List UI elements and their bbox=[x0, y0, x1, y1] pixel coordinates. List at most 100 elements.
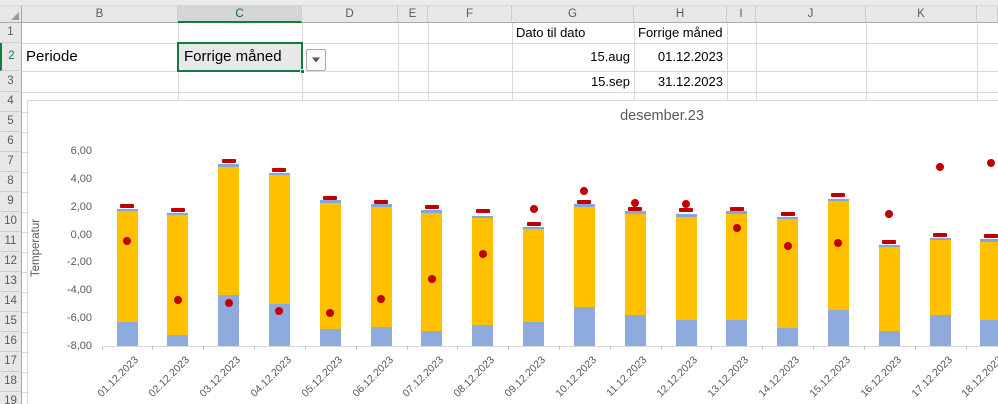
red-dot-marker-02.12.2023[interactable] bbox=[174, 296, 182, 304]
row-header-19[interactable]: 19 bbox=[0, 392, 22, 404]
fill-handle[interactable] bbox=[300, 69, 305, 74]
row-header-10[interactable]: 10 bbox=[0, 212, 22, 232]
red-dot-marker-17.12.2023[interactable] bbox=[936, 163, 944, 171]
row-header-13[interactable]: 13 bbox=[0, 272, 22, 292]
selected-cell-C2[interactable]: Forrige måned bbox=[177, 42, 303, 72]
bar-blue-segment-01.12.2023[interactable] bbox=[117, 322, 138, 346]
row-header-2[interactable]: 2 bbox=[0, 43, 22, 71]
bar-blue-segment-16.12.2023[interactable] bbox=[879, 331, 900, 346]
row-header-9[interactable]: 9 bbox=[0, 192, 22, 212]
bar-orange-segment-14.12.2023[interactable] bbox=[777, 219, 798, 328]
cell-G3[interactable]: 15.sep bbox=[516, 71, 630, 92]
bar-blue-segment-08.12.2023[interactable] bbox=[472, 325, 493, 346]
row-header-7[interactable]: 7 bbox=[0, 152, 22, 172]
bar-blue-cap-01.12.2023[interactable] bbox=[117, 209, 138, 212]
bar-orange-segment-18.12.2023[interactable] bbox=[980, 242, 998, 320]
row-header-12[interactable]: 12 bbox=[0, 252, 22, 272]
bar-blue-segment-07.12.2023[interactable] bbox=[421, 331, 442, 346]
bar-orange-segment-10.12.2023[interactable] bbox=[574, 207, 595, 307]
red-dash-marker-02.12.2023[interactable] bbox=[171, 208, 185, 212]
bar-blue-cap-02.12.2023[interactable] bbox=[167, 213, 188, 216]
cell-H1[interactable]: Forrige måned bbox=[638, 23, 723, 43]
bar-blue-segment-11.12.2023[interactable] bbox=[625, 315, 646, 346]
red-dash-marker-10.12.2023[interactable] bbox=[577, 200, 591, 204]
cell-G2[interactable]: 15.aug bbox=[516, 43, 630, 71]
bar-blue-cap-18.12.2023[interactable] bbox=[980, 239, 998, 242]
dropdown-button[interactable] bbox=[306, 49, 326, 71]
bar-orange-segment-15.12.2023[interactable] bbox=[828, 201, 849, 310]
row-header-18[interactable]: 18 bbox=[0, 372, 22, 392]
bar-blue-segment-17.12.2023[interactable] bbox=[930, 315, 951, 346]
red-dash-marker-08.12.2023[interactable] bbox=[476, 209, 490, 213]
red-dot-marker-14.12.2023[interactable] bbox=[784, 242, 792, 250]
bar-blue-segment-12.12.2023[interactable] bbox=[676, 320, 697, 346]
red-dot-marker-10.12.2023[interactable] bbox=[580, 187, 588, 195]
column-header-F[interactable]: F bbox=[428, 6, 512, 23]
bar-orange-segment-06.12.2023[interactable] bbox=[371, 207, 392, 327]
bar-blue-segment-02.12.2023[interactable] bbox=[167, 335, 188, 346]
red-dot-marker-13.12.2023[interactable] bbox=[733, 224, 741, 232]
temperature-chart[interactable]: desember.23 Temperatur 6,004,002,000,00-… bbox=[27, 100, 998, 404]
red-dot-marker-11.12.2023[interactable] bbox=[631, 199, 639, 207]
column-header-G[interactable]: G bbox=[512, 6, 634, 23]
bar-blue-cap-15.12.2023[interactable] bbox=[828, 199, 849, 202]
red-dash-marker-07.12.2023[interactable] bbox=[425, 205, 439, 209]
red-dash-marker-18.12.2023[interactable] bbox=[984, 234, 998, 238]
red-dash-marker-04.12.2023[interactable] bbox=[272, 168, 286, 172]
red-dash-marker-06.12.2023[interactable] bbox=[374, 200, 388, 204]
row-header-14[interactable]: 14 bbox=[0, 292, 22, 312]
select-all-corner[interactable] bbox=[0, 6, 22, 23]
bar-blue-cap-08.12.2023[interactable] bbox=[472, 216, 493, 219]
column-header-K[interactable]: K bbox=[866, 6, 977, 23]
red-dot-marker-16.12.2023[interactable] bbox=[885, 210, 893, 218]
cell-H3[interactable]: 31.12.2023 bbox=[638, 71, 723, 92]
bar-blue-cap-06.12.2023[interactable] bbox=[371, 204, 392, 207]
bar-blue-cap-10.12.2023[interactable] bbox=[574, 204, 595, 207]
red-dash-marker-09.12.2023[interactable] bbox=[527, 222, 541, 226]
bar-orange-segment-17.12.2023[interactable] bbox=[930, 240, 951, 315]
red-dash-marker-12.12.2023[interactable] bbox=[679, 208, 693, 212]
bar-blue-segment-05.12.2023[interactable] bbox=[320, 329, 341, 346]
red-dash-marker-17.12.2023[interactable] bbox=[933, 233, 947, 237]
bar-orange-segment-07.12.2023[interactable] bbox=[421, 213, 442, 331]
bar-orange-segment-09.12.2023[interactable] bbox=[523, 229, 544, 322]
bar-blue-segment-13.12.2023[interactable] bbox=[726, 320, 747, 346]
bar-blue-segment-09.12.2023[interactable] bbox=[523, 322, 544, 346]
red-dash-marker-03.12.2023[interactable] bbox=[222, 159, 236, 163]
row-header-15[interactable]: 15 bbox=[0, 312, 22, 332]
red-dash-marker-01.12.2023[interactable] bbox=[120, 204, 134, 208]
bar-blue-cap-12.12.2023[interactable] bbox=[676, 214, 697, 217]
row-header-5[interactable]: 5 bbox=[0, 112, 22, 132]
bar-blue-cap-14.12.2023[interactable] bbox=[777, 217, 798, 220]
cell-H2[interactable]: 01.12.2023 bbox=[638, 43, 723, 71]
bar-blue-segment-10.12.2023[interactable] bbox=[574, 307, 595, 346]
bar-blue-cap-11.12.2023[interactable] bbox=[625, 211, 646, 214]
column-header-B[interactable]: B bbox=[22, 6, 178, 23]
bar-orange-segment-02.12.2023[interactable] bbox=[167, 215, 188, 335]
column-header-J[interactable]: J bbox=[756, 6, 866, 23]
column-header-H[interactable]: H bbox=[634, 6, 727, 23]
row-header-6[interactable]: 6 bbox=[0, 132, 22, 152]
red-dash-marker-05.12.2023[interactable] bbox=[323, 196, 337, 200]
row-header-16[interactable]: 16 bbox=[0, 332, 22, 352]
column-header-D[interactable]: D bbox=[302, 6, 398, 23]
bar-blue-cap-16.12.2023[interactable] bbox=[879, 245, 900, 248]
bar-blue-cap-03.12.2023[interactable] bbox=[218, 164, 239, 167]
red-dot-marker-09.12.2023[interactable] bbox=[530, 205, 538, 213]
red-dot-marker-05.12.2023[interactable] bbox=[326, 309, 334, 317]
bar-blue-segment-18.12.2023[interactable] bbox=[980, 320, 998, 346]
bar-blue-cap-05.12.2023[interactable] bbox=[320, 200, 341, 203]
red-dot-marker-18.12.2023[interactable] bbox=[987, 159, 995, 167]
bar-blue-cap-13.12.2023[interactable] bbox=[726, 211, 747, 214]
bar-orange-segment-16.12.2023[interactable] bbox=[879, 247, 900, 331]
bar-blue-segment-14.12.2023[interactable] bbox=[777, 328, 798, 346]
cell-G1[interactable]: Dato til dato bbox=[516, 23, 630, 43]
row-header-3[interactable]: 3 bbox=[0, 71, 22, 92]
bar-blue-cap-17.12.2023[interactable] bbox=[930, 238, 951, 241]
red-dot-marker-01.12.2023[interactable] bbox=[123, 237, 131, 245]
red-dot-marker-03.12.2023[interactable] bbox=[225, 299, 233, 307]
row-header-11[interactable]: 11 bbox=[0, 232, 22, 252]
red-dash-marker-13.12.2023[interactable] bbox=[730, 207, 744, 211]
bar-orange-segment-03.12.2023[interactable] bbox=[218, 167, 239, 295]
bar-orange-segment-12.12.2023[interactable] bbox=[676, 217, 697, 320]
